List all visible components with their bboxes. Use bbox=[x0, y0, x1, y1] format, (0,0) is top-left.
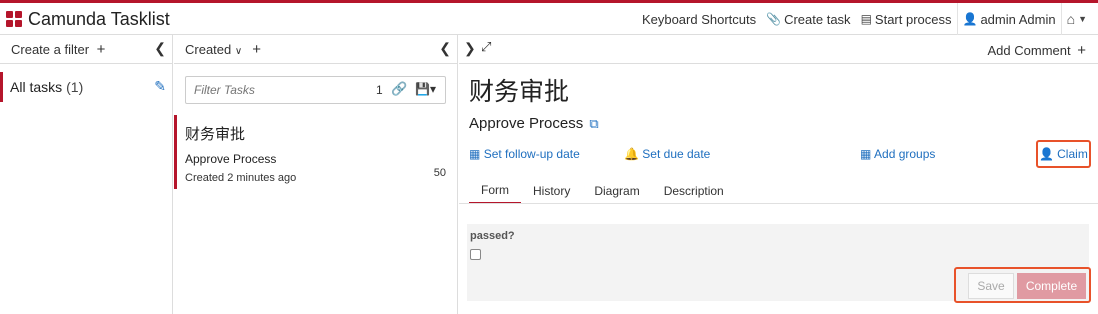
filter-count: (1) bbox=[66, 79, 84, 95]
top-navbar: Camunda Tasklist Keyboard Shortcuts 📎 Cr… bbox=[0, 0, 1098, 35]
filters-column: Create a filter + ❮ All tasks (1) ✎ bbox=[0, 35, 173, 314]
task-search-input[interactable] bbox=[186, 77, 366, 103]
complete-button[interactable]: Complete bbox=[1017, 273, 1086, 299]
filter-item-all-tasks[interactable]: All tasks (1) ✎ bbox=[0, 72, 172, 102]
create-task-label: Create task bbox=[784, 11, 851, 27]
start-process-label: Start process bbox=[874, 11, 952, 27]
keyboard-shortcuts-link[interactable]: Keyboard Shortcuts bbox=[637, 3, 761, 35]
link-icon[interactable]: 🔗 bbox=[391, 81, 407, 97]
task-name: 财务审批 bbox=[185, 126, 246, 143]
sort-label: Created bbox=[185, 41, 232, 57]
follow-up-label: Set follow-up date bbox=[483, 147, 580, 161]
create-filter-button[interactable]: Create a filter + bbox=[11, 41, 105, 58]
calendar-icon: ▦ bbox=[469, 147, 481, 161]
expand-icon[interactable]: ⤢ bbox=[481, 39, 491, 55]
set-due-date-button[interactable]: 🔔 Set due date bbox=[624, 147, 710, 161]
sort-dropdown[interactable]: Created ∨ bbox=[185, 42, 242, 57]
task-title: 财务审批 bbox=[469, 78, 570, 106]
set-follow-up-date-button[interactable]: ▦ Set follow-up date bbox=[469, 147, 580, 161]
collapse-left-icon[interactable]: ❮ bbox=[154, 40, 166, 57]
create-task-link[interactable]: 📎 Create task bbox=[761, 3, 855, 35]
tab-history[interactable]: History bbox=[521, 178, 582, 204]
user-icon: 👤 bbox=[1039, 147, 1055, 161]
task-list-column: Created ∨ + ❮ 1 🔗 💾▾ 财务审批 Approve Proces… bbox=[174, 35, 458, 314]
list-icon: ▤ bbox=[860, 12, 872, 26]
home-menu[interactable]: ⌂ ▼ bbox=[1062, 3, 1098, 35]
result-count: 1 bbox=[376, 83, 383, 97]
claim-label: Claim bbox=[1057, 147, 1088, 161]
passed-checkbox[interactable] bbox=[470, 249, 481, 260]
app-title: Camunda Tasklist bbox=[28, 9, 170, 29]
bell-icon: 🔔 bbox=[624, 147, 639, 161]
tab-diagram[interactable]: Diagram bbox=[582, 178, 651, 204]
task-list-item[interactable]: 财务审批 Approve Process Created 2 minutes a… bbox=[174, 115, 457, 189]
task-priority: 50 bbox=[433, 167, 446, 179]
start-process-link[interactable]: ▤ Start process bbox=[856, 3, 957, 35]
filters-header: Create a filter + ❮ bbox=[0, 35, 172, 64]
process-link[interactable]: Approve Process ⧉ bbox=[469, 115, 599, 132]
detail-header: ❯ ⤢ Add Comment + bbox=[459, 35, 1098, 64]
add-comment-button[interactable]: Add Comment + bbox=[988, 42, 1086, 59]
collapse-left-icon[interactable]: ❮ bbox=[439, 40, 451, 57]
user-icon: 👤 bbox=[962, 12, 978, 26]
save-button[interactable]: Save bbox=[968, 273, 1014, 299]
caret-down-icon: ▼ bbox=[1078, 14, 1087, 24]
claim-button[interactable]: 👤 Claim bbox=[1036, 140, 1091, 168]
tab-description[interactable]: Description bbox=[652, 178, 736, 204]
tabs-divider bbox=[459, 203, 1098, 204]
process-name: Approve Process bbox=[469, 115, 584, 132]
passed-field-label: passed? bbox=[470, 230, 515, 242]
task-search-box: 1 🔗 💾▾ bbox=[185, 76, 446, 104]
keyboard-shortcuts-label: Keyboard Shortcuts bbox=[641, 11, 757, 27]
external-link-icon: ⧉ bbox=[589, 116, 599, 131]
user-menu[interactable]: 👤 admin Admin bbox=[958, 3, 1061, 35]
add-groups-button[interactable]: ▦ Add groups bbox=[860, 147, 935, 161]
pencil-icon[interactable]: ✎ bbox=[154, 78, 166, 95]
home-icon: ⌂ bbox=[1066, 11, 1076, 27]
task-detail-column: ❯ ⤢ Add Comment + 财务审批 Approve Process ⧉… bbox=[459, 35, 1098, 314]
paperclip-icon: 📎 bbox=[766, 12, 782, 26]
expand-right-icon[interactable]: ❯ bbox=[464, 40, 476, 57]
floppy-icon[interactable]: 💾▾ bbox=[415, 82, 436, 96]
brand[interactable]: Camunda Tasklist bbox=[6, 9, 170, 30]
filter-label: All tasks bbox=[10, 79, 63, 95]
form-buttons: Save Complete bbox=[954, 267, 1091, 303]
task-process-name: Approve Process bbox=[185, 152, 277, 166]
plus-icon: + bbox=[1077, 42, 1086, 59]
add-groups-label: Add groups bbox=[874, 147, 936, 161]
add-sorting-button[interactable]: + bbox=[252, 41, 261, 58]
add-comment-label: Add Comment bbox=[987, 43, 1071, 58]
camunda-logo-icon bbox=[6, 11, 23, 28]
detail-tabs: Form History Diagram Description bbox=[469, 178, 736, 204]
grid-icon: ▦ bbox=[860, 147, 872, 161]
due-date-label: Set due date bbox=[642, 147, 711, 161]
task-created-time: Created 2 minutes ago bbox=[185, 172, 297, 184]
plus-icon: + bbox=[96, 40, 106, 58]
user-name: admin Admin bbox=[980, 11, 1056, 27]
create-filter-label: Create a filter bbox=[11, 41, 90, 57]
top-nav-links: Keyboard Shortcuts 📎 Create task ▤ Start… bbox=[637, 3, 1098, 35]
tab-form[interactable]: Form bbox=[469, 178, 521, 204]
task-list-header: Created ∨ + ❮ bbox=[174, 35, 457, 64]
chevron-down-icon: ∨ bbox=[234, 45, 243, 57]
